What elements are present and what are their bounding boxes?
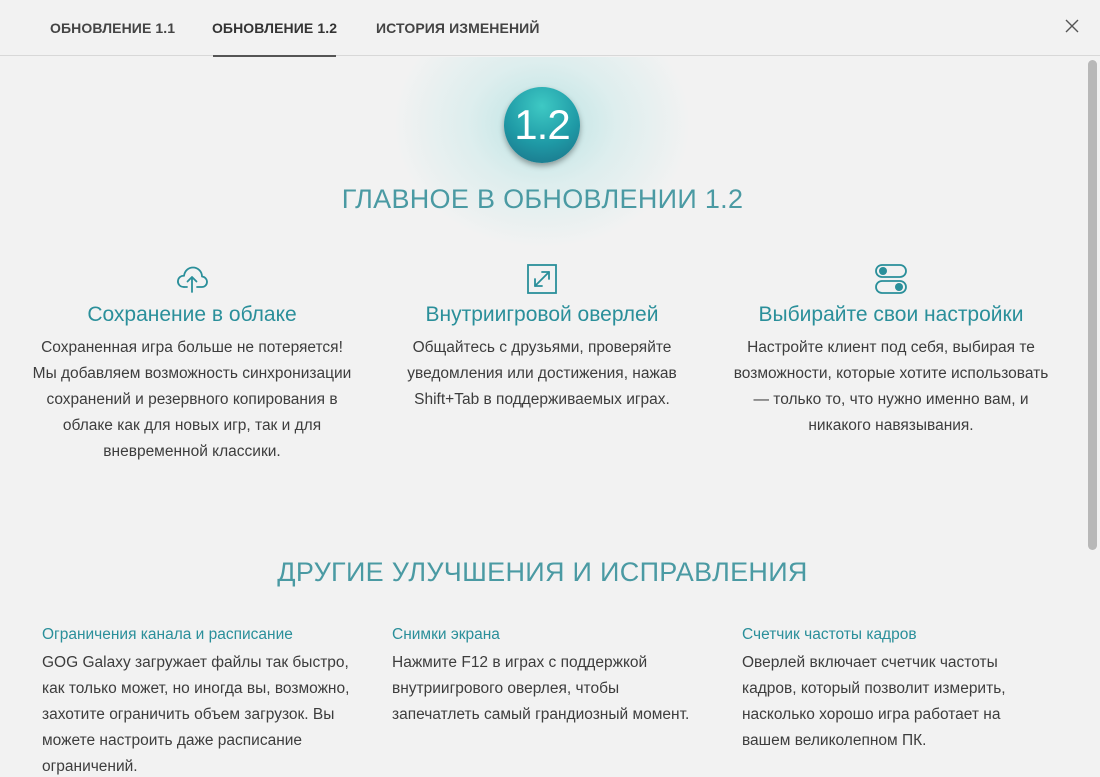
- feature-title: Выбирайте свои настройки: [758, 303, 1024, 326]
- toggles-icon: [875, 264, 907, 294]
- tab-update-1-1[interactable]: ОБНОВЛЕНИЕ 1.1: [50, 0, 175, 56]
- expand-arrows-icon: [527, 264, 557, 294]
- improvement-title: Снимки экрана: [392, 626, 500, 643]
- close-icon: [1065, 19, 1079, 33]
- feature-settings: Выбирайте свои настройки Настройте клиен…: [726, 262, 1056, 439]
- feature-title: Внутриигровой оверлей: [425, 303, 659, 326]
- feature-title: Сохранение в облаке: [87, 303, 297, 326]
- improvement-item: Снимки экрана Нажмите F12 в играх с подд…: [392, 624, 702, 728]
- feature-cloud-saves: Сохранение в облаке Сохраненная игра бол…: [27, 262, 357, 465]
- other-heading: ДРУГИЕ УЛУЧШЕНИЯ И ИСПРАВЛЕНИЯ: [277, 557, 808, 587]
- update-content: 1.2 ГЛАВНОЕ В ОБНОВЛЕНИИ 1.2 Сохранение …: [0, 57, 1085, 777]
- cloud-upload-icon: [177, 266, 208, 293]
- feature-overlay: Внутриигровой оверлей Общайтесь с друзья…: [377, 262, 707, 413]
- main-heading: ГЛАВНОЕ В ОБНОВЛЕНИИ 1.2: [341, 184, 744, 214]
- tab-update-1-2[interactable]: ОБНОВЛЕНИЕ 1.2: [212, 0, 337, 57]
- improvement-description: GOG Galaxy загружает файлы так быстро, к…: [42, 654, 350, 775]
- improvement-title: Ограничения канала и расписание: [42, 626, 293, 643]
- close-button[interactable]: [1064, 18, 1080, 34]
- tab-changelog[interactable]: ИСТОРИЯ ИЗМЕНЕНИЙ: [376, 0, 540, 56]
- version-badge: 1.2: [504, 87, 580, 163]
- feature-description: Настройте клиент под себя, выбирая те во…: [733, 339, 1049, 434]
- feature-description: Сохраненная игра больше не потеряется! М…: [32, 339, 352, 460]
- improvement-item: Счетчик частоты кадров Оверлей включает …: [742, 624, 1052, 754]
- tab-bar: ОБНОВЛЕНИЕ 1.1 ОБНОВЛЕНИЕ 1.2 ИСТОРИЯ ИЗ…: [0, 0, 1100, 57]
- improvement-description: Оверлей включает счетчик частоты кадров,…: [742, 654, 1006, 749]
- feature-description: Общайтесь с друзьями, проверяйте уведомл…: [407, 339, 677, 408]
- improvement-title: Счетчик частоты кадров: [742, 626, 917, 643]
- improvement-item: Ограничения канала и расписание GOG Gala…: [42, 624, 352, 777]
- improvement-description: Нажмите F12 в играх с поддержкой внутрии…: [392, 654, 690, 723]
- scrollbar-thumb[interactable]: [1088, 60, 1097, 550]
